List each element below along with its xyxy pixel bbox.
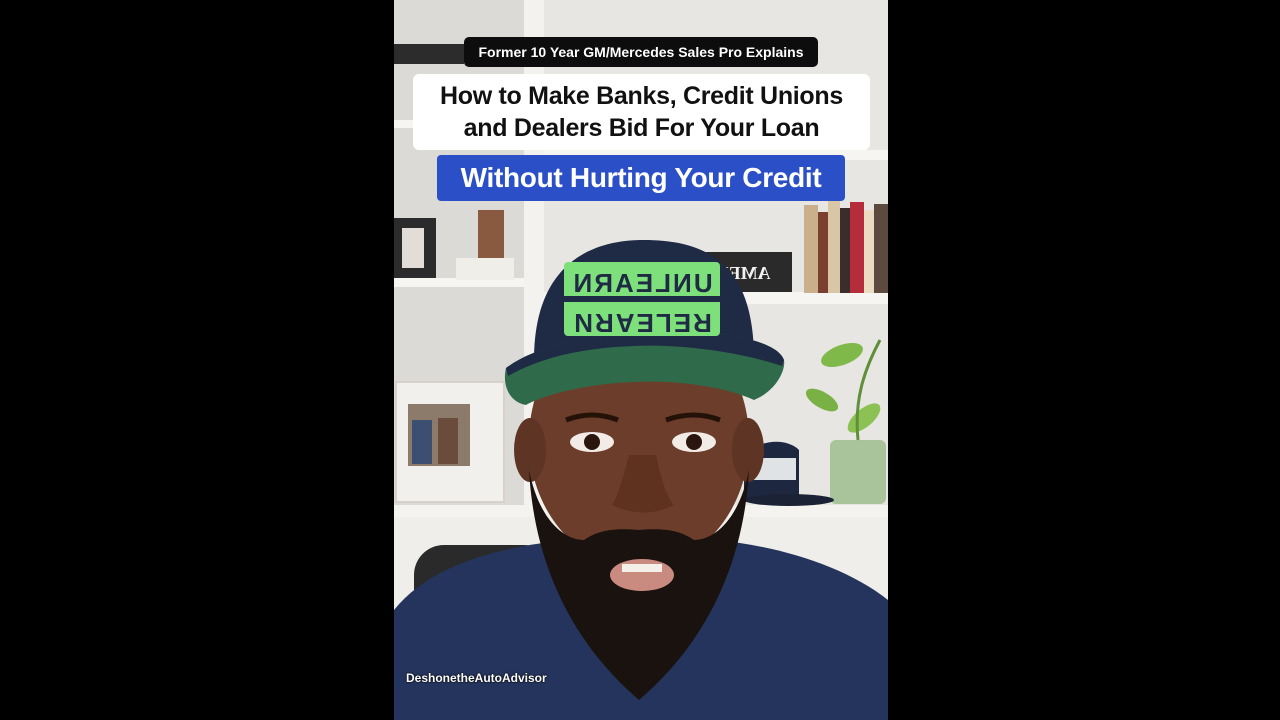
letterbox-background: AMEN UNLEARN RELEARN Former 10 Year GM/M… xyxy=(0,0,1280,720)
book xyxy=(804,205,818,293)
subheadline-banner: Without Hurting Your Credit xyxy=(437,155,845,201)
plant-pot xyxy=(830,440,886,504)
cap-text-top: UNLEARN xyxy=(571,268,712,298)
headline-line-2: and Dealers Bid For Your Loan xyxy=(463,114,820,142)
top-caption: Former 10 Year GM/Mercedes Sales Pro Exp… xyxy=(464,37,818,67)
headline-box: How to Make Banks, Credit Unions and Dea… xyxy=(413,74,870,150)
video-frame[interactable]: AMEN UNLEARN RELEARN Former 10 Year GM/M… xyxy=(394,0,888,720)
headline-line-1: How to Make Banks, Credit Unions xyxy=(440,82,843,110)
creator-watermark: DeshonetheAutoAdvisor xyxy=(406,671,547,685)
cap-text-bottom: RELEARN xyxy=(572,308,712,338)
